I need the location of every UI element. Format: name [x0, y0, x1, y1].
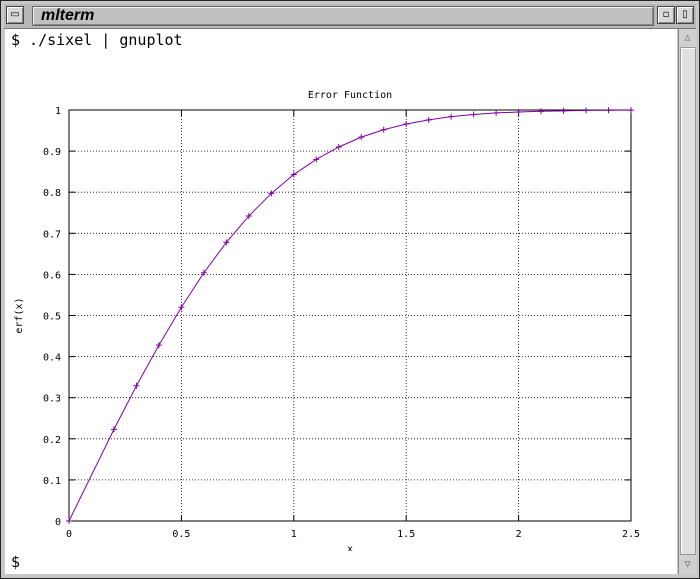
- title-bar[interactable]: ▭ mlterm ▫ ▯: [4, 4, 696, 29]
- y-axis-label: erf(x): [14, 297, 25, 333]
- maximize-button[interactable]: ▯: [676, 6, 694, 24]
- data-point: [133, 382, 140, 389]
- scrollbar-thumb[interactable]: [680, 47, 696, 555]
- window-menu-button[interactable]: ▭: [6, 6, 24, 24]
- y-tick-label: 0.9: [43, 147, 61, 158]
- data-point: [313, 156, 320, 163]
- data-point: [380, 126, 387, 133]
- window-menu-icon: ▭: [10, 9, 20, 20]
- data-point: [605, 107, 612, 114]
- x-tick-label: 0.5: [172, 529, 190, 540]
- y-tick-label: 0.7: [43, 229, 61, 240]
- data-point: [448, 113, 455, 120]
- window-title: mlterm: [41, 7, 95, 24]
- iconify-icon: ▫: [662, 9, 670, 20]
- x-tick-label: 1.5: [397, 529, 415, 540]
- data-point: [493, 109, 500, 116]
- x-tick-label: 1: [291, 529, 297, 540]
- scroll-up-icon: △: [684, 32, 691, 43]
- mlterm-window: ▭ mlterm ▫ ▯ $ ./sixel | gnuplot 0 0.5 1 1.…: [0, 0, 700, 579]
- y-tick-label: 1: [55, 106, 61, 117]
- chart-title: Error Function: [308, 90, 392, 101]
- data-point: [155, 342, 162, 349]
- x-axis-label: x: [347, 544, 353, 551]
- data-point: [470, 111, 477, 118]
- data-point: [110, 426, 117, 433]
- y-tick-label: 0.3: [43, 394, 61, 405]
- gnuplot-chart: 0 0.5 1 1.5 2 2.5 0 0.1 0.2 0.3 0.4 0.5 0.6 0.7 0.8 0.9…: [14, 90, 640, 551]
- y-tick-label: 0.8: [43, 188, 61, 199]
- y-tick-label: 0.4: [43, 353, 61, 364]
- data-point: [178, 304, 185, 311]
- scroll-down-icon: ▽: [684, 559, 691, 570]
- maximize-icon: ▯: [682, 9, 688, 20]
- y-tick-label: 0.5: [43, 312, 61, 323]
- scroll-down-button[interactable]: ▽: [680, 557, 695, 572]
- data-point: [628, 107, 634, 114]
- prompt-line: $: [11, 553, 21, 571]
- data-point: [403, 120, 410, 127]
- data-point: [560, 107, 567, 114]
- data-point: [358, 134, 365, 141]
- data-point: [66, 518, 72, 524]
- command-line: $ ./sixel | gnuplot: [11, 31, 183, 49]
- scroll-up-button[interactable]: △: [680, 30, 695, 45]
- y-tick-label: 0.1: [43, 476, 61, 487]
- x-tick-label: 0: [66, 529, 72, 540]
- data-point: [335, 143, 342, 150]
- y-tick-label: 0.2: [43, 435, 61, 446]
- iconify-button[interactable]: ▫: [657, 6, 675, 24]
- y-tick-label: 0.6: [43, 270, 61, 281]
- x-tick-label: 2: [516, 529, 522, 540]
- y-tick-label: 0: [55, 517, 61, 528]
- title-plate[interactable]: mlterm: [32, 6, 654, 26]
- terminal-area[interactable]: $ ./sixel | gnuplot 0 0.5 1 1.5 2 2.5 0 0.1 0.2 0…: [5, 29, 677, 574]
- scrollbar[interactable]: △ ▽: [678, 29, 696, 574]
- data-point: [425, 116, 432, 123]
- data-point: [538, 108, 545, 115]
- x-tick-label: 2.5: [622, 529, 640, 540]
- data-point: [583, 107, 590, 114]
